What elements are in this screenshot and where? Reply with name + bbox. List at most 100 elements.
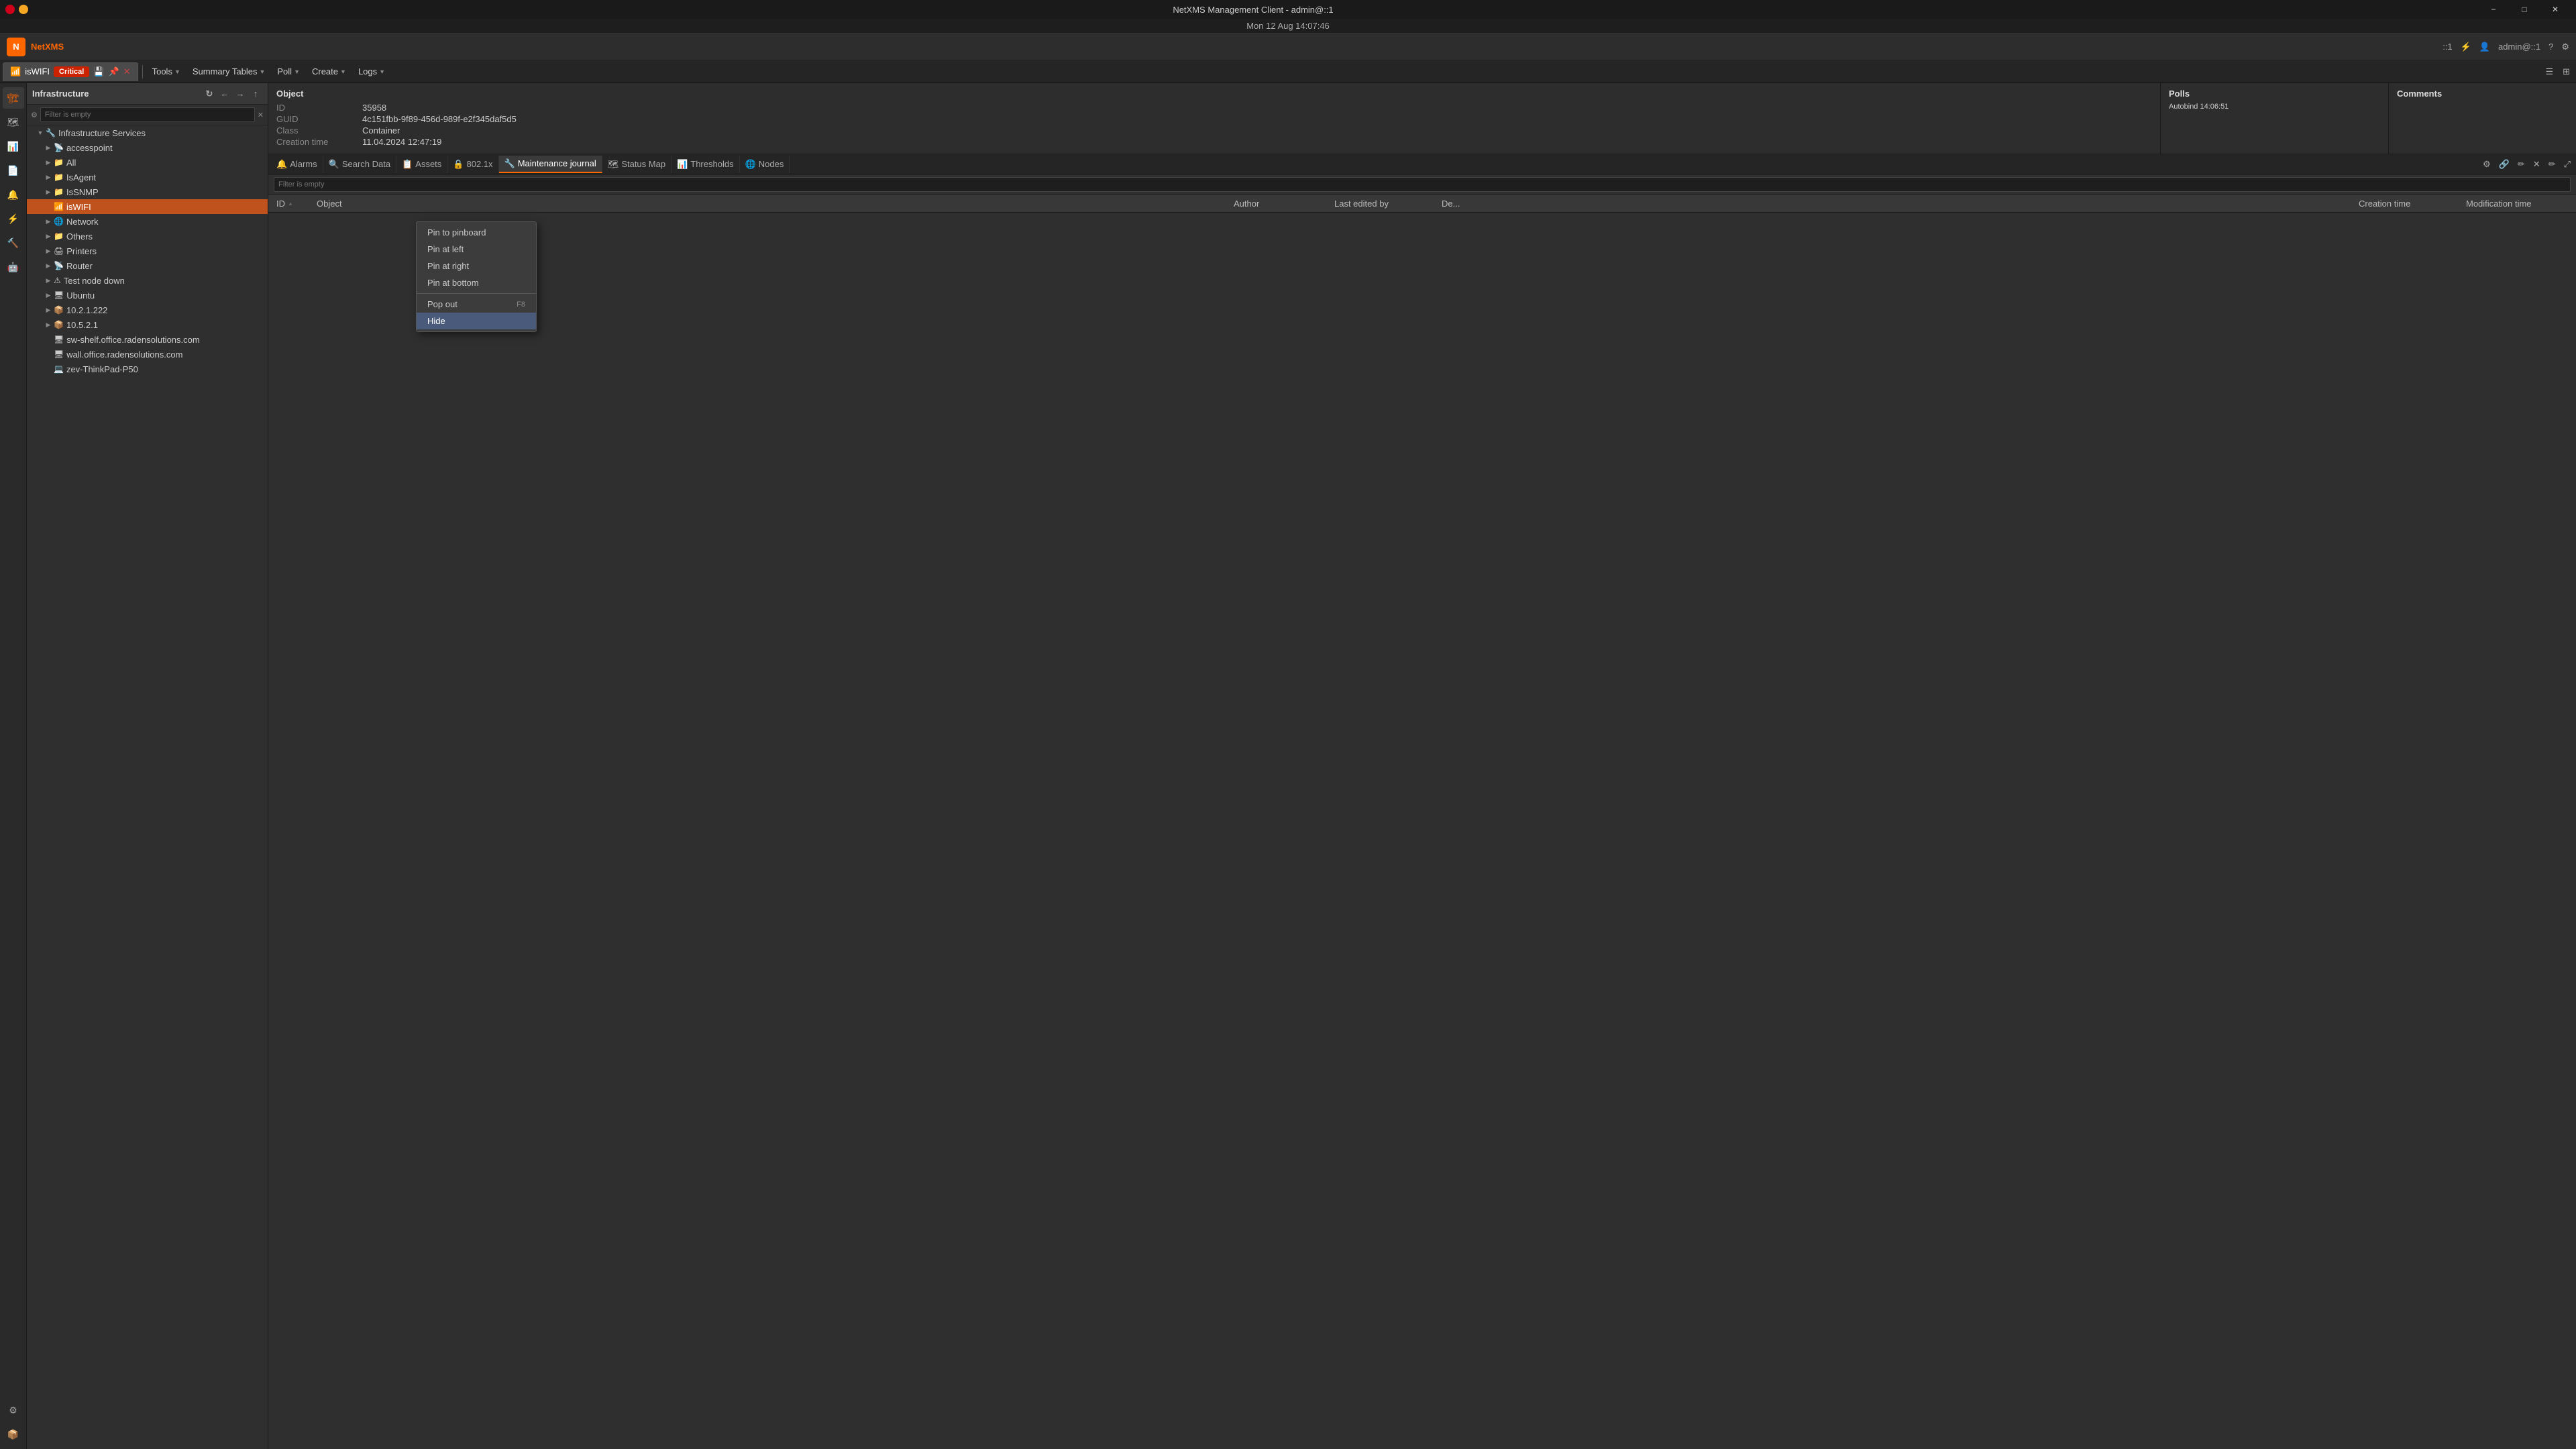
tree-item-wall-office[interactable]: 🖥 wall.office.radensolutions.com	[27, 347, 268, 362]
help-icon[interactable]: ?	[2548, 42, 2553, 52]
summary-tables-btn[interactable]: Summary Tables ▼	[187, 64, 271, 78]
sidebar-icon-reports[interactable]: 📄	[3, 160, 24, 181]
minimize-button[interactable]: −	[2478, 0, 2509, 19]
maximize-button[interactable]: □	[2509, 0, 2540, 19]
settings-icon[interactable]: ⚙	[2561, 42, 2569, 52]
col-modification-time[interactable]: Modification time	[2463, 199, 2571, 209]
view-toggle-btn[interactable]: ☰	[2542, 64, 2557, 79]
tree-item-others[interactable]: ▶ 📁 Others	[27, 229, 268, 244]
expand-icon[interactable]: ▶	[43, 144, 54, 152]
ctx-pop-out[interactable]: Pop out F8	[417, 296, 536, 313]
ctx-hide[interactable]: Hide	[417, 313, 536, 329]
logs-btn[interactable]: Logs ▼	[353, 64, 390, 78]
maintenance-filter-input[interactable]	[274, 177, 2571, 192]
filter-clear-icon[interactable]: ✕	[258, 111, 264, 119]
expand-icon[interactable]: ▶	[43, 174, 54, 181]
tree-item-isagent[interactable]: ▶ 📁 IsAgent	[27, 170, 268, 184]
ctx-pin-right[interactable]: Pin at right	[417, 258, 536, 274]
tree-item-sw-shelf[interactable]: 🖥 sw-shelf.office.radensolutions.com	[27, 332, 268, 347]
ctx-pin-left[interactable]: Pin at left	[417, 241, 536, 258]
col-id[interactable]: ID ▲	[274, 199, 314, 209]
tab-close-icon[interactable]: ✕	[123, 66, 131, 77]
expand-icon[interactable]: ▶	[43, 189, 54, 196]
tab-pin-icon[interactable]: 📌	[109, 66, 119, 77]
tree-refresh-btn[interactable]: ↻	[203, 87, 216, 101]
tab-search-data[interactable]: 🔍 Search Data	[323, 156, 396, 173]
tree-item-10-5-2-1[interactable]: ▶ 📦 10.5.2.1	[27, 317, 268, 332]
ctx-pin-bottom[interactable]: Pin at bottom	[417, 274, 536, 291]
tab-save-icon[interactable]: 💾	[93, 66, 104, 77]
expand-icon[interactable]: ▶	[43, 321, 54, 329]
tab-filter-icon[interactable]: ⚙	[2480, 158, 2493, 171]
tools-menu-btn[interactable]: Tools ▼	[147, 64, 186, 78]
expand-icon[interactable]: ▶	[43, 248, 54, 255]
tree-item-ubuntu[interactable]: ▶ 🖥 Ubuntu	[27, 288, 268, 303]
sliders-icon[interactable]: ⚡	[2461, 42, 2471, 52]
sidebar-icon-agent-manager[interactable]: 🤖	[3, 256, 24, 278]
context-menu[interactable]: Pin to pinboard Pin at left Pin at right…	[416, 221, 537, 332]
col-creation-time[interactable]: Creation time	[2356, 199, 2463, 209]
sidebar-icon-object-tools[interactable]: 🔨	[3, 232, 24, 254]
sidebar-icon-package-manager[interactable]: 📦	[3, 1424, 24, 1445]
tab-802-1x[interactable]: 🔒 802.1x	[447, 156, 498, 173]
tree-item-router[interactable]: ▶ 📡 Router	[27, 258, 268, 273]
tree-item-iswifi[interactable]: 📶 isWIFI	[27, 199, 268, 214]
main-tab-iswifi[interactable]: 📶 isWIFI Critical 💾 📌 ✕	[3, 62, 138, 81]
expand-icon[interactable]: ▶	[43, 159, 54, 166]
expand-icon[interactable]: ▶	[43, 262, 54, 270]
expand-icon[interactable]: ▶	[43, 307, 54, 314]
col-last-edited-by[interactable]: Last edited by	[1332, 199, 1439, 209]
close-button[interactable]: ✕	[2540, 0, 2571, 19]
sidebar-icon-infrastructure[interactable]: 🏗	[3, 87, 24, 109]
tab-alarms[interactable]: 🔔 Alarms	[271, 156, 323, 173]
tab-expand-icon[interactable]: ⤢	[2561, 158, 2573, 171]
object-section-title: Object	[276, 89, 2152, 99]
tree-filter-input[interactable]	[40, 107, 255, 122]
comments-panel: Comments	[2388, 83, 2576, 154]
tree-item-10-2-1-222[interactable]: ▶ 📦 10.2.1.222	[27, 303, 268, 317]
expand-icon[interactable]: ▼	[35, 129, 46, 136]
tree-item-all[interactable]: ▶ 📁 All	[27, 155, 268, 170]
create-btn[interactable]: Create ▼	[307, 64, 352, 78]
expand-icon[interactable]: ▶	[43, 233, 54, 240]
tab-assets[interactable]: 📋 Assets	[396, 156, 447, 173]
sidebar-icon-dashboards[interactable]: 📊	[3, 136, 24, 157]
tree-item-network[interactable]: ▶ 🌐 Network	[27, 214, 268, 229]
user-icon[interactable]: 👤	[2479, 42, 2490, 52]
tab-link-icon[interactable]: 🔗	[2496, 158, 2512, 171]
tab-thresholds[interactable]: 📊 Thresholds	[672, 156, 740, 173]
tab-add-icon[interactable]: ✏	[2546, 158, 2559, 171]
col-object[interactable]: Object	[314, 199, 1231, 209]
tab-status-map[interactable]: 🗺 Status Map	[602, 156, 672, 173]
tree-item-infrastructure-services[interactable]: ▼ 🔧 Infrastructure Services	[27, 125, 268, 140]
poll-btn[interactable]: Poll ▼	[272, 64, 305, 78]
tree-header-buttons: ↻ ← → ↑	[203, 87, 262, 101]
tree-item-test-node-down[interactable]: ▶ ⚠ Test node down	[27, 273, 268, 288]
sidebar-icon-events[interactable]: ⚡	[3, 208, 24, 229]
tree-item-zev-thinkpad[interactable]: 💻 zev-ThinkPad-P50	[27, 362, 268, 376]
sidebar-icon-alarms[interactable]: 🔔	[3, 184, 24, 205]
sort-icon: ▲	[288, 201, 293, 207]
tree-up-btn[interactable]: ↑	[249, 87, 262, 101]
col-description[interactable]: De...	[1439, 199, 2356, 209]
sidebar-icon-server-config[interactable]: ⚙	[3, 1399, 24, 1421]
expand-icon[interactable]: ▶	[43, 277, 54, 284]
tab-maintenance-journal[interactable]: 🔧 Maintenance journal	[499, 156, 602, 173]
window-min-btn[interactable]	[19, 5, 28, 14]
window-close-btn[interactable]	[5, 5, 15, 14]
datetime-display: Mon 12 Aug 14:07:46	[1246, 21, 1330, 31]
tab-close-icon[interactable]: ✕	[2530, 158, 2543, 171]
expand-icon[interactable]: ▶	[43, 292, 54, 299]
tab-nodes[interactable]: 🌐 Nodes	[740, 156, 790, 173]
view-grid-btn[interactable]: ⊞	[2559, 64, 2573, 79]
tree-back-btn[interactable]: ←	[218, 87, 231, 101]
expand-icon[interactable]: ▶	[43, 218, 54, 225]
col-author[interactable]: Author	[1231, 199, 1332, 209]
sidebar-icon-network-maps[interactable]: 🗺	[3, 111, 24, 133]
tree-item-printers[interactable]: ▶ 🖨 Printers	[27, 244, 268, 258]
tree-item-issnmp[interactable]: ▶ 📁 IsSNMP	[27, 184, 268, 199]
tree-forward-btn[interactable]: →	[233, 87, 247, 101]
tree-item-accesspoint[interactable]: ▶ 📡 accesspoint	[27, 140, 268, 155]
tab-edit-icon[interactable]: ✏	[2515, 158, 2528, 171]
ctx-pin-pinboard[interactable]: Pin to pinboard	[417, 224, 536, 241]
